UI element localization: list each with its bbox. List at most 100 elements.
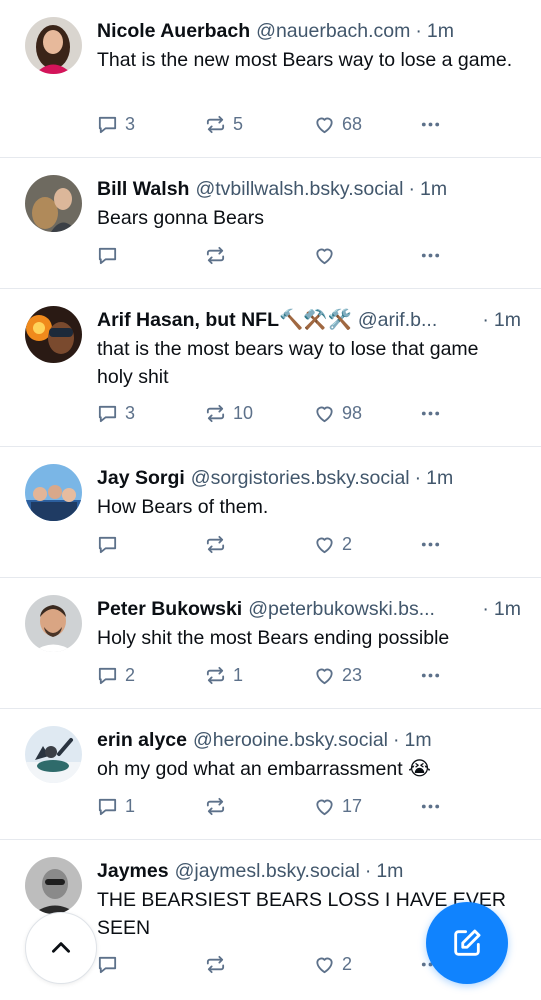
avatar[interactable]	[25, 175, 82, 232]
more-button[interactable]	[419, 664, 442, 687]
reply-button[interactable]	[96, 533, 125, 556]
repost-icon	[206, 955, 225, 974]
reply-icon	[98, 798, 117, 816]
like-button[interactable]: 23	[313, 664, 362, 687]
heart-icon	[316, 957, 333, 974]
heart-icon	[316, 117, 333, 134]
post-header: erin alyce @herooine.bsky.social · 1m	[97, 726, 521, 754]
avatar[interactable]	[25, 726, 82, 783]
author-name[interactable]: Jaymes	[97, 857, 169, 885]
repost-button[interactable]: 1	[204, 664, 243, 687]
repost-button[interactable]	[204, 795, 233, 818]
author-handle[interactable]: @arif.b...	[358, 306, 478, 334]
post-time[interactable]: 1m	[405, 726, 432, 754]
more-icon	[421, 542, 440, 547]
post-text: That is the new most Bears way to lose a…	[97, 49, 513, 71]
separator-dot: ·	[414, 467, 422, 489]
post-text: Bears gonna Bears	[97, 207, 264, 229]
post-header: Peter Bukowski @peterbukowski.bs... · 1m	[97, 595, 521, 623]
reply-icon	[98, 116, 117, 134]
author-handle[interactable]: @peterbukowski.bs...	[248, 595, 477, 623]
reply-button[interactable]: 1	[96, 795, 135, 818]
post[interactable]: Arif Hasan, but NFL🔨⚒️🛠️ @arif.b... · 1m…	[0, 289, 541, 447]
repost-button[interactable]	[204, 953, 233, 976]
like-button[interactable]: 2	[313, 953, 352, 976]
reply-icon	[98, 536, 117, 554]
avatar[interactable]	[25, 595, 82, 652]
reply-button[interactable]: 3	[96, 402, 135, 425]
like-button[interactable]	[313, 244, 342, 267]
like-button[interactable]: 2	[313, 533, 352, 556]
post-time[interactable]: 1m	[420, 175, 447, 203]
reply-icon	[98, 956, 117, 974]
post-actions: 2	[96, 533, 446, 559]
post-text: oh my god what an embarrassment 😭	[97, 758, 431, 780]
heart-icon	[316, 406, 333, 423]
post-time[interactable]: 1m	[427, 17, 454, 45]
like-button[interactable]: 17	[313, 795, 362, 818]
like-button[interactable]: 68	[313, 113, 362, 136]
author-handle[interactable]: @jaymesl.bsky.social	[175, 857, 360, 885]
author-name[interactable]: erin alyce	[97, 726, 187, 754]
author-handle[interactable]: @tvbillwalsh.bsky.social	[195, 175, 403, 203]
post[interactable]: Jay Sorgi @sorgistories.bsky.social · 1m…	[0, 447, 541, 578]
compose-button[interactable]	[426, 902, 508, 984]
post-actions	[96, 244, 446, 270]
more-button[interactable]	[419, 113, 442, 136]
post-time[interactable]: 1m	[426, 464, 453, 492]
post[interactable]: Nicole Auerbach @nauerbach.com · 1m That…	[0, 0, 541, 158]
reply-button[interactable]	[96, 953, 125, 976]
repost-button[interactable]: 5	[204, 113, 243, 136]
reply-button[interactable]: 2	[96, 664, 135, 687]
author-name[interactable]: Peter Bukowski	[97, 595, 242, 623]
author-name[interactable]: Arif Hasan, but NFL🔨⚒️🛠️	[97, 306, 352, 334]
reply-button[interactable]	[96, 244, 125, 267]
more-button[interactable]	[419, 795, 442, 818]
compose-icon	[454, 929, 481, 956]
like-count: 2	[342, 534, 353, 554]
repost-button[interactable]	[204, 244, 233, 267]
post[interactable]: Peter Bukowski @peterbukowski.bs... · 1m…	[0, 578, 541, 709]
post-header: Bill Walsh @tvbillwalsh.bsky.social · 1m	[97, 175, 521, 203]
more-icon	[421, 122, 440, 127]
post[interactable]: Bill Walsh @tvbillwalsh.bsky.social · 1m…	[0, 158, 541, 289]
avatar[interactable]	[25, 306, 82, 363]
post-time[interactable]: 1m	[376, 857, 403, 885]
separator-dot: ·	[415, 20, 422, 42]
author-handle[interactable]: @sorgistories.bsky.social	[191, 464, 410, 492]
avatar[interactable]	[25, 17, 82, 74]
post[interactable]: erin alyce @herooine.bsky.social · 1m oh…	[0, 709, 541, 840]
more-button[interactable]	[419, 244, 442, 267]
author-name[interactable]: Nicole Auerbach	[97, 17, 250, 45]
author-handle[interactable]: @nauerbach.com	[256, 17, 410, 45]
post-time[interactable]: 1m	[494, 306, 521, 334]
reply-count: 3	[125, 114, 136, 134]
post-header: Arif Hasan, but NFL🔨⚒️🛠️ @arif.b... · 1m	[97, 306, 521, 334]
like-button[interactable]: 98	[313, 402, 362, 425]
repost-count: 5	[233, 114, 244, 134]
post-header: Jay Sorgi @sorgistories.bsky.social · 1m	[97, 464, 521, 492]
more-icon	[421, 411, 440, 416]
scroll-to-top-button[interactable]	[25, 912, 97, 984]
author-name[interactable]: Bill Walsh	[97, 175, 189, 203]
author-name[interactable]: Jay Sorgi	[97, 464, 185, 492]
repost-icon	[206, 797, 225, 816]
chevron-up-icon	[52, 942, 70, 953]
post-header: Jaymes @jaymesl.bsky.social · 1m	[97, 857, 521, 885]
repost-button[interactable]: 10	[204, 402, 253, 425]
more-icon	[421, 253, 440, 258]
author-handle[interactable]: @herooine.bsky.social	[193, 726, 388, 754]
like-count: 23	[342, 665, 363, 685]
reply-icon	[98, 247, 117, 265]
more-button[interactable]	[419, 402, 442, 425]
post-time[interactable]: 1m	[494, 595, 521, 623]
reply-button[interactable]: 3	[96, 113, 135, 136]
repost-button[interactable]	[204, 533, 233, 556]
more-button[interactable]	[419, 533, 442, 556]
avatar[interactable]	[25, 857, 82, 914]
repost-icon	[206, 246, 225, 265]
repost-count: 10	[233, 403, 254, 423]
avatar[interactable]	[25, 464, 82, 521]
post-actions: 3 10 98	[96, 402, 446, 428]
heart-icon	[316, 537, 333, 554]
